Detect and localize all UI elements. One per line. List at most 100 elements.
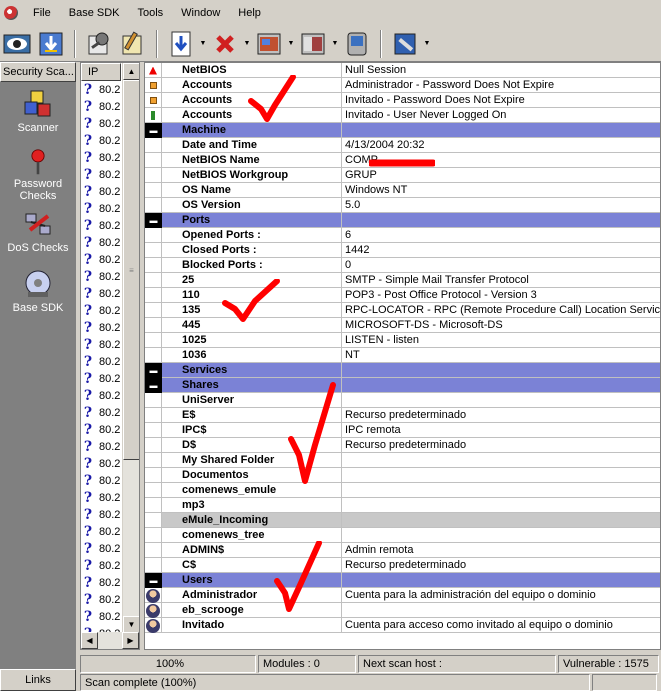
result-row[interactable]: ADMIN$ Admin remota bbox=[145, 543, 660, 558]
menu-base-sdk[interactable]: Base SDK bbox=[60, 0, 129, 26]
ip-list-horizontal-scrollbar[interactable]: ◀ ▶ bbox=[81, 632, 139, 649]
ip-list-item[interactable]: ? 80.2 bbox=[81, 81, 121, 98]
ip-list-item[interactable]: ? 80.2 bbox=[81, 557, 121, 574]
ip-list-item[interactable]: ? 80.2 bbox=[81, 370, 121, 387]
result-row[interactable]: NetBIOS Name COMP bbox=[145, 153, 660, 168]
menu-file[interactable]: File bbox=[24, 0, 60, 26]
result-row[interactable]: mp3 bbox=[145, 498, 660, 513]
ip-list-item[interactable]: ? 80.2 bbox=[81, 302, 121, 319]
ip-list-item[interactable]: ? 80.2 bbox=[81, 353, 121, 370]
report-button[interactable] bbox=[118, 29, 148, 59]
window-button[interactable] bbox=[254, 29, 284, 59]
result-row[interactable]: comenews_tree bbox=[145, 528, 660, 543]
scroll-thumb[interactable]: ≡ bbox=[123, 80, 139, 460]
menu-tools[interactable]: Tools bbox=[128, 0, 172, 26]
delete-button[interactable] bbox=[210, 29, 240, 59]
ip-list-item[interactable]: ? 80.2 bbox=[81, 540, 121, 557]
result-row[interactable]: OS Name Windows NT bbox=[145, 183, 660, 198]
scroll-right-icon[interactable]: ▶ bbox=[122, 632, 139, 649]
window-dropdown-icon[interactable]: ▼ bbox=[286, 40, 296, 47]
result-row[interactable]: 110 POP3 - Post Office Protocol - Version… bbox=[145, 288, 660, 303]
result-row[interactable]: IPC$ IPC remota bbox=[145, 423, 660, 438]
delete-dropdown-icon[interactable]: ▼ bbox=[242, 40, 252, 47]
ip-list-item[interactable]: ? 80.2 bbox=[81, 234, 121, 251]
ip-list-item[interactable]: ? 80.2 bbox=[81, 438, 121, 455]
settings-button[interactable] bbox=[390, 29, 420, 59]
ip-list-item[interactable]: ? 80.2 bbox=[81, 98, 121, 115]
shortcut-password-checks[interactable]: Password Checks bbox=[0, 148, 76, 202]
ip-list-item[interactable]: ? 80.2 bbox=[81, 115, 121, 132]
result-row[interactable]: Administrador Cuenta para la administraci… bbox=[145, 588, 660, 603]
section-header-row[interactable]: ▬ Machine bbox=[145, 123, 660, 138]
ip-list-item[interactable]: ? 80.2 bbox=[81, 387, 121, 404]
shortcut-base-sdk[interactable]: Base SDK bbox=[0, 268, 76, 322]
layout-dropdown-icon[interactable]: ▼ bbox=[330, 40, 340, 47]
shortcut-panel-header[interactable]: Security Sca... bbox=[0, 62, 76, 82]
shortcut-scanner[interactable]: Scanner bbox=[0, 88, 76, 142]
download-button[interactable] bbox=[36, 29, 66, 59]
shortcut-dos-checks[interactable]: DoS Checks bbox=[0, 208, 76, 262]
result-row[interactable]: Closed Ports :1442 bbox=[145, 243, 660, 258]
result-row[interactable]: Accounts Invitado - Password Does Not Exp… bbox=[145, 93, 660, 108]
result-row[interactable]: NetBIOS Null Session bbox=[145, 63, 660, 78]
result-row[interactable]: 445 MICROSOFT-DS - Microsoft-DS bbox=[145, 318, 660, 333]
result-row[interactable]: C$ Recurso predeterminado bbox=[145, 558, 660, 573]
ip-list-item[interactable]: ? 80.2 bbox=[81, 319, 121, 336]
section-header-row[interactable]: ▬ Users bbox=[145, 573, 660, 588]
ip-list-item[interactable]: ? 80.2 bbox=[81, 404, 121, 421]
result-row[interactable]: comenews_emule bbox=[145, 483, 660, 498]
ip-list-item[interactable]: ? 80.2 bbox=[81, 489, 121, 506]
ip-list-item[interactable]: ? 80.2 bbox=[81, 200, 121, 217]
result-row[interactable]: NetBIOS Workgroup GRUP bbox=[145, 168, 660, 183]
scroll-down-icon[interactable]: ▼ bbox=[123, 616, 139, 633]
ip-list-item[interactable]: ? 80.2 bbox=[81, 574, 121, 591]
result-row[interactable]: OS Version 5.0 bbox=[145, 198, 660, 213]
menu-window[interactable]: Window bbox=[172, 0, 229, 26]
result-row[interactable]: D$ Recurso predeterminado bbox=[145, 438, 660, 453]
result-row[interactable]: 1025 LISTEN - listen bbox=[145, 333, 660, 348]
scanner-view-button[interactable] bbox=[2, 29, 32, 59]
result-row[interactable]: Accounts Administrador - Password Does No… bbox=[145, 78, 660, 93]
result-row[interactable]: 1036 NT bbox=[145, 348, 660, 363]
tools-button[interactable] bbox=[84, 29, 114, 59]
section-header-row[interactable]: ▬ Shares bbox=[145, 378, 660, 393]
ip-list-item[interactable]: ? 80.2 bbox=[81, 251, 121, 268]
ip-list-item[interactable]: ? 80.2 bbox=[81, 132, 121, 149]
settings-dropdown-icon[interactable]: ▼ bbox=[422, 40, 432, 47]
links-button[interactable]: Links bbox=[0, 669, 76, 691]
menu-help[interactable]: Help bbox=[229, 0, 270, 26]
scroll-left-icon[interactable]: ◀ bbox=[81, 632, 98, 649]
result-row[interactable]: 25 SMTP - Simple Mail Transfer Protocol bbox=[145, 273, 660, 288]
import-button[interactable] bbox=[166, 29, 196, 59]
result-row[interactable]: E$ Recurso predeterminado bbox=[145, 408, 660, 423]
ip-list-item[interactable]: ? 80.2 bbox=[81, 506, 121, 523]
collapse-icon[interactable]: ▬ bbox=[145, 573, 162, 588]
ip-list-item[interactable]: ? 80.2 bbox=[81, 336, 121, 353]
result-row[interactable]: Invitado Cuenta para acceso como invitado… bbox=[145, 618, 660, 633]
scroll-up-icon[interactable]: ▲ bbox=[123, 63, 139, 80]
result-row[interactable]: Date and Time 4/13/2004 20:32 bbox=[145, 138, 660, 153]
ip-list-item[interactable]: ? 80.2 bbox=[81, 268, 121, 285]
device-button[interactable] bbox=[342, 29, 372, 59]
ip-list-item[interactable]: ? 80.2 bbox=[81, 149, 121, 166]
import-dropdown-icon[interactable]: ▼ bbox=[198, 40, 208, 47]
ip-list-item[interactable]: ? 80.2 bbox=[81, 166, 121, 183]
collapse-icon[interactable]: ▬ bbox=[145, 123, 162, 138]
ip-list-item[interactable]: ? 80.2 bbox=[81, 608, 121, 625]
ip-list-vertical-scrollbar[interactable]: ▲ ≡ ▼ bbox=[122, 63, 139, 633]
collapse-icon[interactable]: ▬ bbox=[145, 378, 162, 393]
ip-list-item[interactable]: ? 80.2 bbox=[81, 591, 121, 608]
result-row[interactable]: eb_scrooge bbox=[145, 603, 660, 618]
section-header-row[interactable]: ▬ Ports bbox=[145, 213, 660, 228]
ip-column-header[interactable]: IP bbox=[81, 63, 121, 81]
result-row[interactable]: My Shared Folder bbox=[145, 453, 660, 468]
ip-list-item[interactable]: ? 80.2 bbox=[81, 472, 121, 489]
ip-list-item[interactable]: ? 80.2 bbox=[81, 183, 121, 200]
result-row[interactable]: UniServer bbox=[145, 393, 660, 408]
layout-button[interactable] bbox=[298, 29, 328, 59]
section-header-row[interactable]: ▬ Services bbox=[145, 363, 660, 378]
ip-list-item[interactable]: ? 80.2 bbox=[81, 285, 121, 302]
result-row[interactable]: eMule_Incoming bbox=[145, 513, 660, 528]
app-icon[interactable] bbox=[4, 6, 18, 20]
ip-list-item[interactable]: ? 80.2 bbox=[81, 217, 121, 234]
